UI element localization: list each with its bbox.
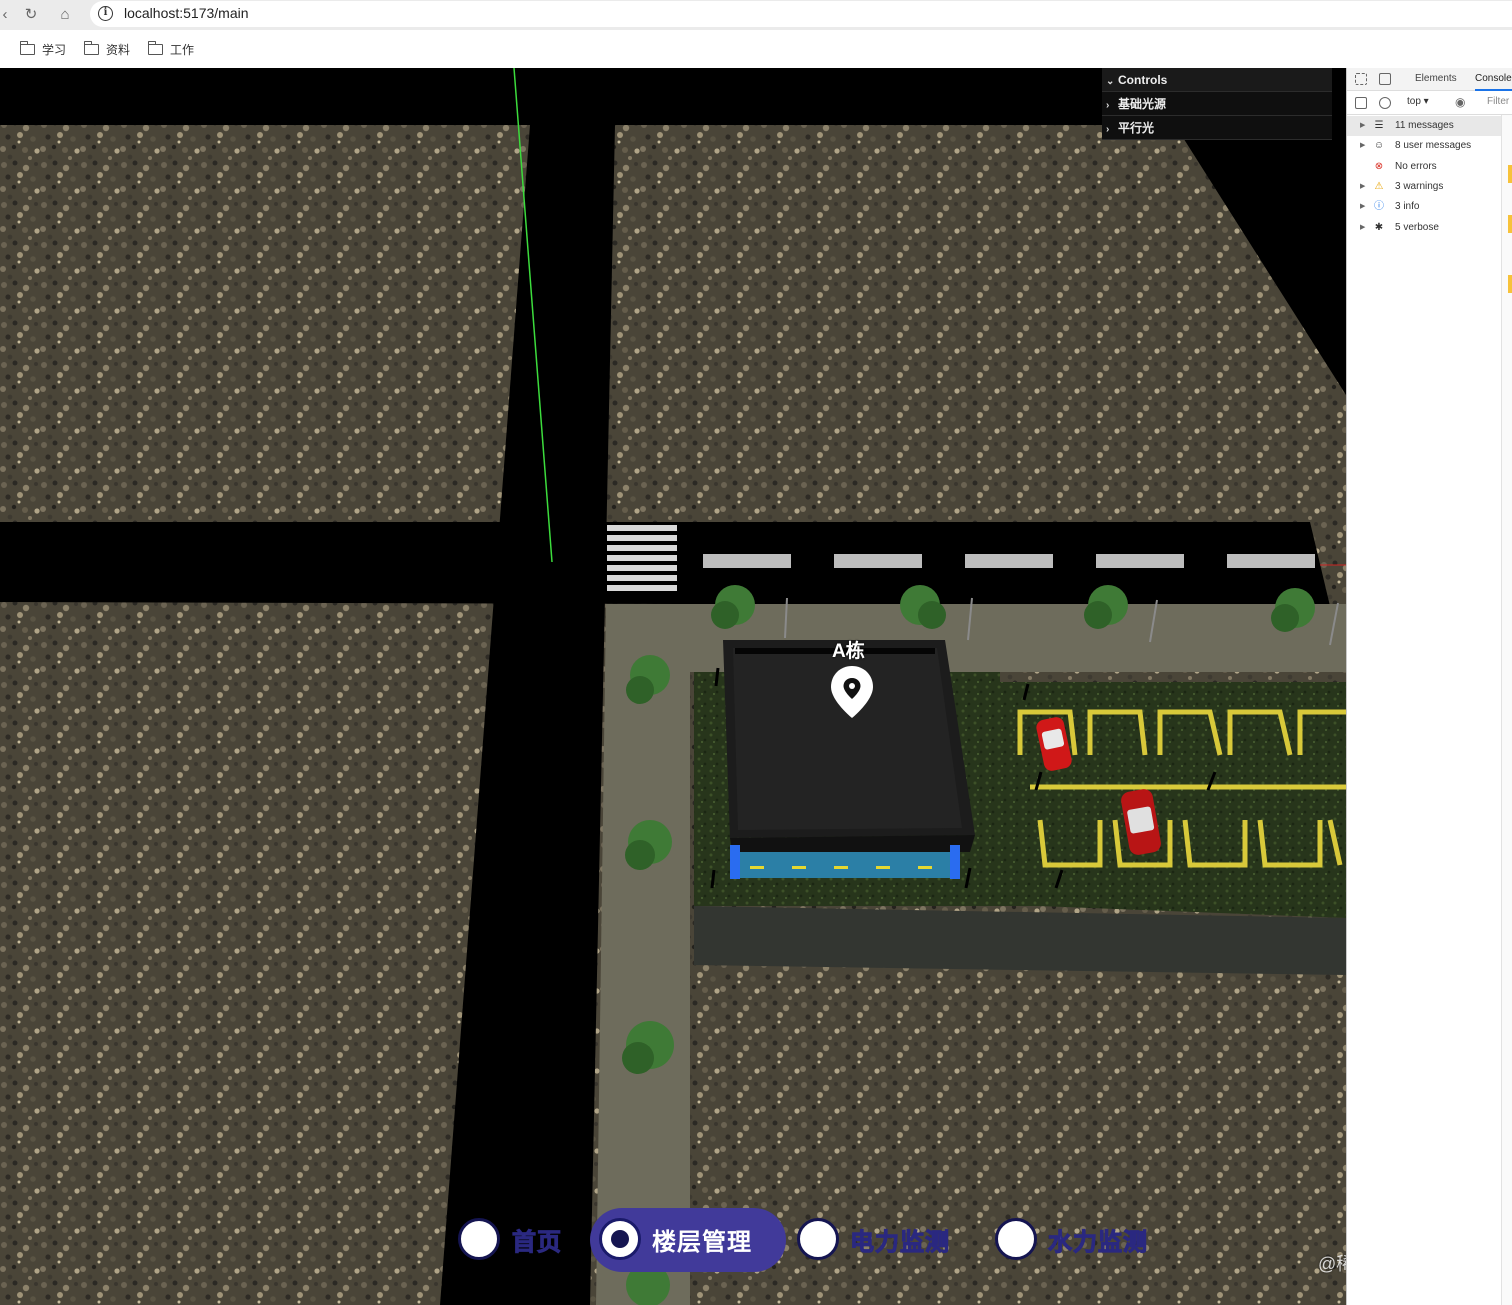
bookmark-label: 资料: [106, 43, 131, 57]
sidebar-item-verbose[interactable]: ▶ ✱ 5 verbose: [1347, 218, 1501, 238]
bookmark-folder[interactable]: 学习: [19, 40, 67, 60]
chevron-right-icon: ›: [1106, 100, 1110, 111]
warning-marker: [1508, 165, 1512, 183]
console-messages-area[interactable]: [1501, 115, 1512, 1305]
bookmark-label: 学习: [42, 43, 67, 57]
expand-arrow-icon: ▶: [1360, 122, 1366, 129]
console-toolbar: top ▾ ◉ Filter: [1347, 91, 1512, 115]
gui-controls-panel: ⌄ Controls › 基础光源 › 平行光: [1102, 68, 1332, 140]
bug-icon: ✱: [1374, 222, 1384, 233]
location-pin-icon[interactable]: [829, 664, 875, 720]
warning-marker: [1508, 275, 1512, 293]
gui-title[interactable]: ⌄ Controls: [1102, 68, 1332, 92]
context-select-value: top: [1407, 96, 1421, 107]
folder-icon: [83, 41, 99, 55]
back-arrow-icon[interactable]: ‹: [0, 6, 14, 24]
sidebar-item-info[interactable]: ▶ ⓘ 3 info: [1347, 197, 1501, 217]
bookmark-folder[interactable]: 工作: [147, 40, 195, 60]
url-text[interactable]: localhost:5173/main: [124, 5, 249, 21]
gui-folder-label: 平行光: [1118, 121, 1155, 135]
list-icon: ☰: [1374, 120, 1384, 131]
sidebar-item-label: 8 user messages: [1395, 140, 1472, 151]
menu-water-circle[interactable]: [995, 1218, 1037, 1260]
menu-item-floor-management[interactable]: 楼层管理: [652, 1222, 752, 1257]
warning-marker: [1508, 215, 1512, 233]
three-d-scene-canvas[interactable]: [0, 68, 1346, 1305]
sidebar-toggle-icon[interactable]: [1355, 97, 1367, 109]
gui-folder-ambient-light[interactable]: › 基础光源: [1102, 92, 1332, 116]
address-bar[interactable]: i localhost:5173/main: [90, 1, 1512, 27]
sidebar-item-errors[interactable]: ⊗ No errors: [1347, 157, 1501, 177]
clear-console-icon[interactable]: [1379, 97, 1391, 109]
devtools-tabbar: Elements Console: [1347, 68, 1512, 91]
eye-icon[interactable]: ◉: [1455, 95, 1465, 109]
tab-elements[interactable]: Elements: [1415, 73, 1457, 84]
folder-icon: [19, 41, 35, 55]
menu-home-circle[interactable]: [458, 1218, 500, 1260]
sidebar-item-messages[interactable]: ▶ ☰ 11 messages: [1347, 116, 1501, 136]
building-label[interactable]: A栋: [832, 636, 865, 663]
folder-icon: [147, 41, 163, 55]
sidebar-item-label: 3 warnings: [1395, 181, 1444, 192]
info-icon: ⓘ: [1374, 201, 1384, 212]
expand-arrow-icon: ▶: [1360, 203, 1366, 210]
site-info-icon[interactable]: i: [98, 6, 113, 21]
bookmarks-bar: 学习 资料 工作: [0, 30, 1512, 68]
user-icon: ☺: [1373, 140, 1385, 151]
devtools-panel: Elements Console top ▾ ◉ Filter ▶ ☰ 11 m…: [1346, 68, 1512, 1305]
gui-title-label: Controls: [1118, 73, 1168, 87]
expand-arrow-icon: ▶: [1360, 183, 1366, 190]
browser-toolbar: ‹ ↻ ⌂ i localhost:5173/main: [0, 0, 1512, 30]
bookmark-folder[interactable]: 资料: [83, 40, 131, 60]
home-icon[interactable]: ⌂: [56, 6, 74, 24]
gui-folder-label: 基础光源: [1118, 97, 1167, 111]
error-icon: ⊗: [1374, 161, 1384, 172]
sidebar-item-label: 5 verbose: [1395, 222, 1439, 233]
scene-graphic: [0, 68, 1346, 1305]
filter-input[interactable]: Filter: [1487, 96, 1509, 107]
sidebar-item-label: 11 messages: [1395, 120, 1454, 131]
chevron-down-icon: ⌄: [1106, 76, 1115, 87]
device-toolbar-icon[interactable]: [1379, 73, 1391, 85]
active-dot-icon: [611, 1230, 629, 1248]
menu-item-home[interactable]: 首页: [512, 1222, 562, 1257]
gui-folder-directional-light[interactable]: › 平行光: [1102, 116, 1332, 140]
sidebar-item-label: No errors: [1395, 161, 1437, 172]
menu-power-circle[interactable]: [797, 1218, 839, 1260]
expand-arrow-icon: ▶: [1360, 224, 1366, 231]
bookmark-label: 工作: [170, 43, 195, 57]
warning-icon: ⚠: [1374, 181, 1384, 192]
sidebar-item-user-messages[interactable]: ▶ ☺ 8 user messages: [1347, 136, 1501, 156]
inspect-element-icon[interactable]: [1355, 73, 1367, 85]
tab-console[interactable]: Console: [1475, 73, 1512, 91]
expand-arrow-icon: ▶: [1360, 142, 1366, 149]
menu-item-power-monitoring[interactable]: 电力监测: [850, 1222, 950, 1257]
reload-icon[interactable]: ↻: [22, 6, 40, 24]
menu-item-water-monitoring[interactable]: 水力监测: [1048, 1222, 1148, 1257]
sidebar-item-label: 3 info: [1395, 201, 1420, 212]
context-select[interactable]: top ▾: [1407, 96, 1429, 107]
chevron-right-icon: ›: [1106, 124, 1110, 135]
sidebar-item-warnings[interactable]: ▶ ⚠ 3 warnings: [1347, 177, 1501, 197]
